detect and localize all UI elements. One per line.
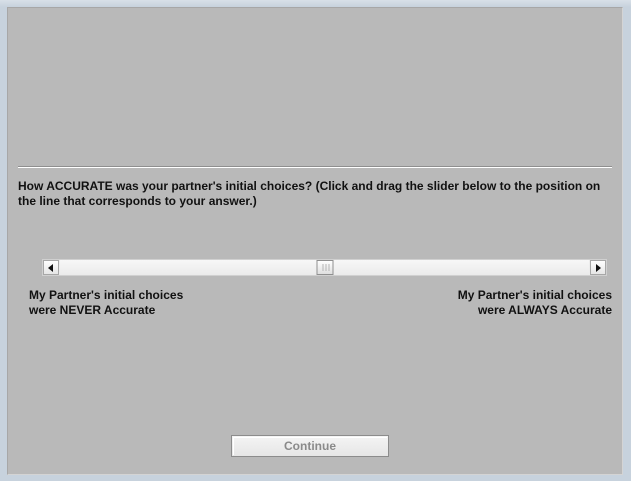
- always-accurate-label-line-2: were ALWAYS Accurate: [477, 303, 612, 317]
- slider-thumb[interactable]: [316, 260, 333, 275]
- slider-track[interactable]: [60, 260, 589, 275]
- always-accurate-label: My Partner's initial choices were ALWAYS…: [392, 288, 612, 318]
- accuracy-question-text: How ACCURATE was your partner's initial …: [18, 179, 601, 208]
- never-accurate-label-line-1: My Partner's initial choices: [29, 288, 184, 302]
- accuracy-slider[interactable]: [42, 259, 607, 276]
- right-arrow-icon: [596, 264, 601, 272]
- survey-panel: [7, 7, 623, 475]
- never-accurate-label-line-2: were NEVER Accurate: [29, 303, 156, 317]
- slider-left-button[interactable]: [43, 260, 59, 275]
- continue-button[interactable]: Continue: [231, 435, 389, 457]
- slider-right-button[interactable]: [590, 260, 606, 275]
- window-frame: How ACCURATE was your partner's initial …: [0, 0, 631, 481]
- window-top-strip: [0, 0, 631, 7]
- always-accurate-label-line-1: My Partner's initial choices: [457, 288, 612, 302]
- never-accurate-label: My Partner's initial choices were NEVER …: [29, 288, 249, 318]
- left-arrow-icon: [48, 264, 53, 272]
- question-separator: [18, 166, 612, 168]
